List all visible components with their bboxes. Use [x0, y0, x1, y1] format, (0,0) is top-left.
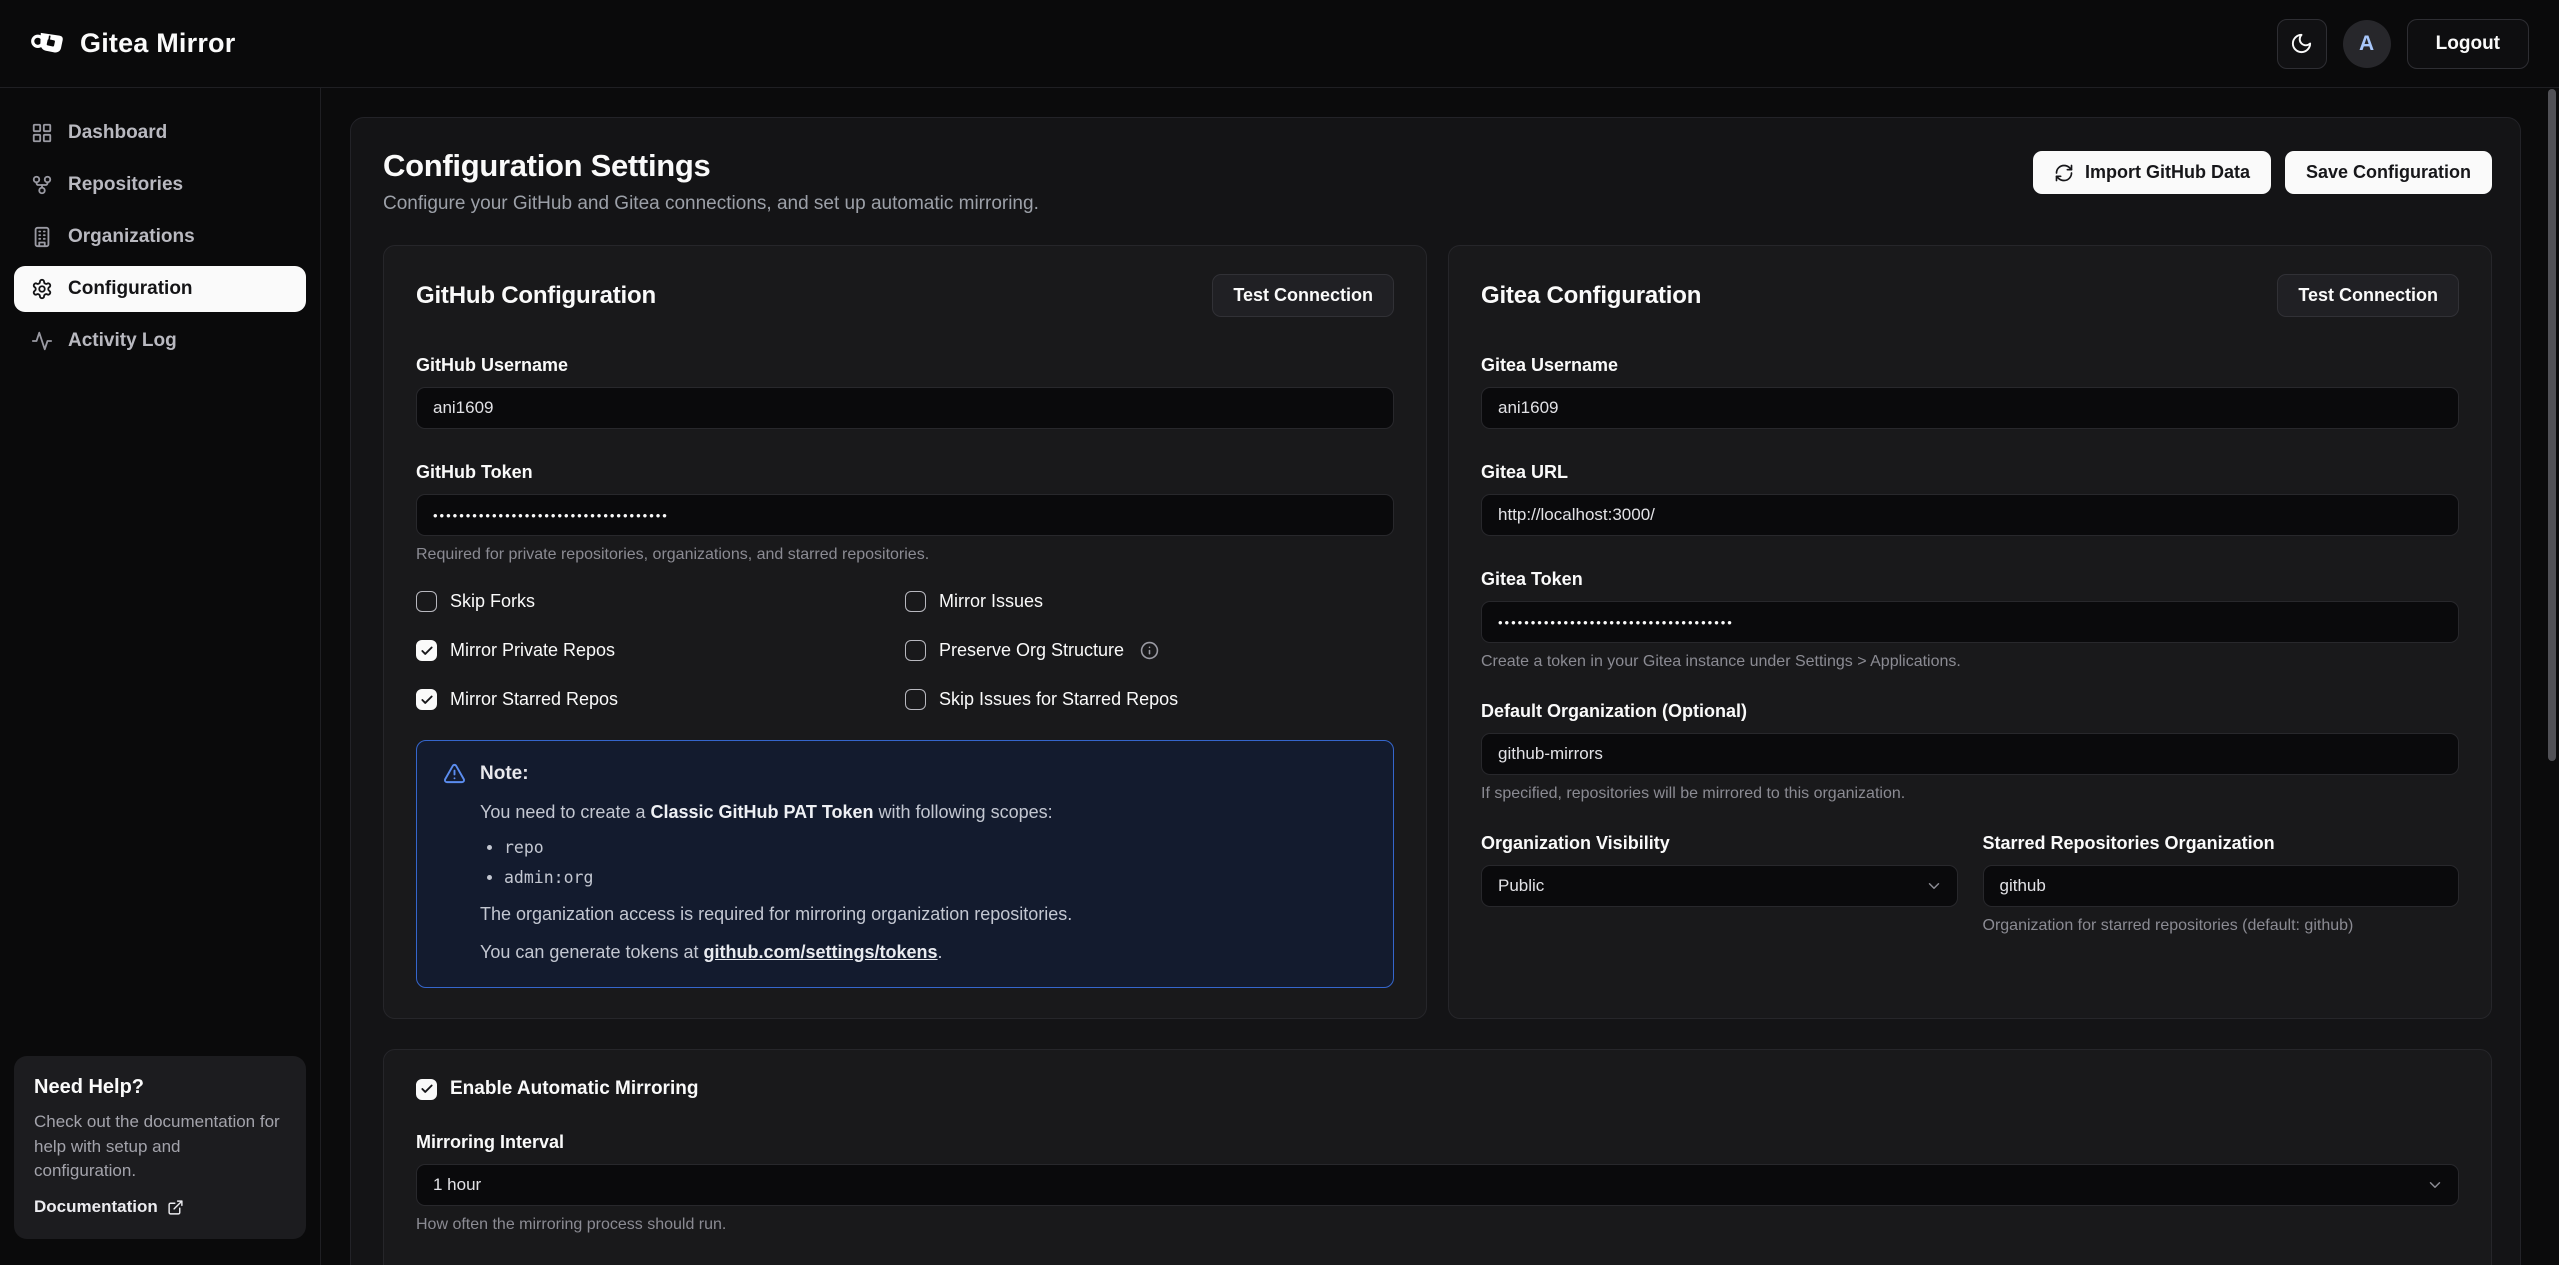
help-card: Need Help? Check out the documentation f…: [14, 1056, 306, 1239]
refresh-icon: [2054, 163, 2074, 183]
chevron-down-icon: [1925, 877, 1943, 895]
sidebar-item-activity-log[interactable]: Activity Log: [14, 318, 306, 364]
sidebar-item-label: Dashboard: [68, 122, 167, 144]
activity-pulse-icon: [31, 330, 53, 352]
gitea-test-connection-button[interactable]: Test Connection: [2277, 274, 2459, 317]
default-organization-label: Default Organization (Optional): [1481, 701, 2459, 722]
moon-icon: [2290, 32, 2313, 55]
chevron-down-icon: [2426, 1176, 2444, 1194]
logout-button[interactable]: Logout: [2407, 19, 2529, 69]
scope-item: repo: [504, 838, 1367, 857]
sidebar-item-label: Configuration: [68, 278, 193, 300]
checkbox-box: [905, 640, 926, 661]
sidebar-item-configuration[interactable]: Configuration: [14, 266, 306, 312]
sidebar-item-label: Repositories: [68, 174, 183, 196]
checkbox-preserve-org-structure[interactable]: Preserve Org Structure: [905, 640, 1394, 661]
note-line-3: You can generate tokens at github.com/se…: [480, 942, 1367, 963]
avatar[interactable]: A: [2343, 20, 2391, 68]
mirroring-interval-label: Mirroring Interval: [416, 1132, 2459, 1153]
checkbox-mirror-private-repos[interactable]: Mirror Private Repos: [416, 640, 905, 661]
theme-toggle-button[interactable]: [2277, 19, 2327, 69]
sidebar-item-organizations[interactable]: Organizations: [14, 214, 306, 260]
gitea-token-label: Gitea Token: [1481, 569, 2459, 590]
gitea-username-input[interactable]: [1481, 387, 2459, 429]
github-username-input[interactable]: [416, 387, 1394, 429]
scrollbar-thumb[interactable]: [2548, 89, 2556, 761]
info-icon: [1140, 641, 1159, 660]
github-card-title: GitHub Configuration: [416, 282, 656, 310]
external-link-icon: [167, 1199, 184, 1216]
note-title: Note:: [480, 763, 529, 785]
brand: Gitea Mirror: [30, 26, 235, 62]
checkbox-skip-forks[interactable]: Skip Forks: [416, 591, 905, 612]
organization-visibility-label: Organization Visibility: [1481, 833, 1958, 854]
mirroring-interval-helper: How often the mirroring process should r…: [416, 1216, 2459, 1234]
checkbox-box: [416, 591, 437, 612]
checkbox-box-checked: [416, 689, 437, 710]
top-bar-actions: A Logout: [2277, 19, 2529, 69]
help-body: Check out the documentation for help wit…: [34, 1110, 286, 1184]
enable-automatic-mirroring-checkbox[interactable]: Enable Automatic Mirroring: [416, 1078, 2459, 1100]
starred-repositories-organization-label: Starred Repositories Organization: [1983, 833, 2460, 854]
gitea-logo-icon: [30, 26, 66, 62]
pat-note-box: Note: You need to create a Classic GitHu…: [416, 740, 1394, 988]
tokens-link[interactable]: github.com/settings/tokens: [704, 942, 938, 962]
note-line-2: The organization access is required for …: [480, 904, 1367, 925]
gitea-token-helper: Create a token in your Gitea instance un…: [1481, 653, 2459, 671]
alert-triangle-icon: [443, 762, 466, 785]
import-github-data-button[interactable]: Import GitHub Data: [2033, 151, 2271, 194]
avatar-initial: A: [2359, 32, 2374, 56]
gitea-url-input[interactable]: [1481, 494, 2459, 536]
gitea-configuration-card: Gitea Configuration Test Connection Gite…: [1448, 245, 2492, 1019]
gitea-card-title: Gitea Configuration: [1481, 282, 1701, 310]
save-configuration-button[interactable]: Save Configuration: [2285, 151, 2492, 194]
default-organization-helper: If specified, repositories will be mirro…: [1481, 785, 2459, 803]
gitea-url-label: Gitea URL: [1481, 462, 2459, 483]
checkbox-box-checked: [416, 640, 437, 661]
github-options: Skip Forks Mirror Issues Mirror Private …: [416, 591, 1394, 710]
sidebar-item-repositories[interactable]: Repositories: [14, 162, 306, 208]
dashboard-icon: [31, 122, 53, 144]
checkbox-box: [905, 689, 926, 710]
gitea-username-label: Gitea Username: [1481, 355, 2459, 376]
configuration-panel: Configuration Settings Configure your Gi…: [350, 117, 2521, 1265]
building-icon: [31, 226, 53, 248]
main-content: Configuration Settings Configure your Gi…: [321, 88, 2559, 1265]
gitea-token-input[interactable]: [1481, 601, 2459, 643]
gear-icon: [31, 278, 53, 300]
help-title: Need Help?: [34, 1076, 286, 1099]
top-bar: Gitea Mirror A Logout: [0, 0, 2559, 88]
git-fork-icon: [31, 174, 53, 196]
mirroring-interval-select[interactable]: 1 hour: [416, 1164, 2459, 1206]
checkbox-mirror-issues[interactable]: Mirror Issues: [905, 591, 1394, 612]
checkbox-skip-issues-starred[interactable]: Skip Issues for Starred Repos: [905, 689, 1394, 710]
starred-repositories-organization-input[interactable]: [1983, 865, 2460, 907]
note-line-1: You need to create a Classic GitHub PAT …: [480, 802, 1367, 823]
app-title: Gitea Mirror: [80, 28, 235, 59]
github-token-label: GitHub Token: [416, 462, 1394, 483]
sidebar-item-dashboard[interactable]: Dashboard: [14, 110, 306, 156]
documentation-link[interactable]: Documentation: [34, 1197, 286, 1217]
organization-visibility-select[interactable]: Public: [1481, 865, 1958, 907]
checkbox-box-checked: [416, 1079, 437, 1100]
note-scopes-list: repo admin:org: [504, 838, 1367, 887]
page-subtitle: Configure your GitHub and Gitea connecti…: [383, 193, 1039, 215]
checkbox-box: [905, 591, 926, 612]
starred-organization-helper: Organization for starred repositories (d…: [1983, 917, 2460, 935]
github-token-input[interactable]: [416, 494, 1394, 536]
sidebar-item-label: Organizations: [68, 226, 195, 248]
github-username-label: GitHub Username: [416, 355, 1394, 376]
default-organization-input[interactable]: [1481, 733, 2459, 775]
github-configuration-card: GitHub Configuration Test Connection Git…: [383, 245, 1427, 1019]
scrollbar[interactable]: [2546, 89, 2559, 1265]
sidebar: Dashboard Repositories O: [0, 88, 321, 1265]
sidebar-nav: Dashboard Repositories O: [14, 110, 306, 364]
github-test-connection-button[interactable]: Test Connection: [1212, 274, 1394, 317]
scope-item: admin:org: [504, 868, 1367, 887]
checkbox-mirror-starred-repos[interactable]: Mirror Starred Repos: [416, 689, 905, 710]
page-title: Configuration Settings: [383, 148, 1039, 184]
automatic-mirroring-card: Enable Automatic Mirroring Mirroring Int…: [383, 1049, 2492, 1265]
sidebar-item-label: Activity Log: [68, 330, 177, 352]
github-token-helper: Required for private repositories, organ…: [416, 546, 1394, 564]
